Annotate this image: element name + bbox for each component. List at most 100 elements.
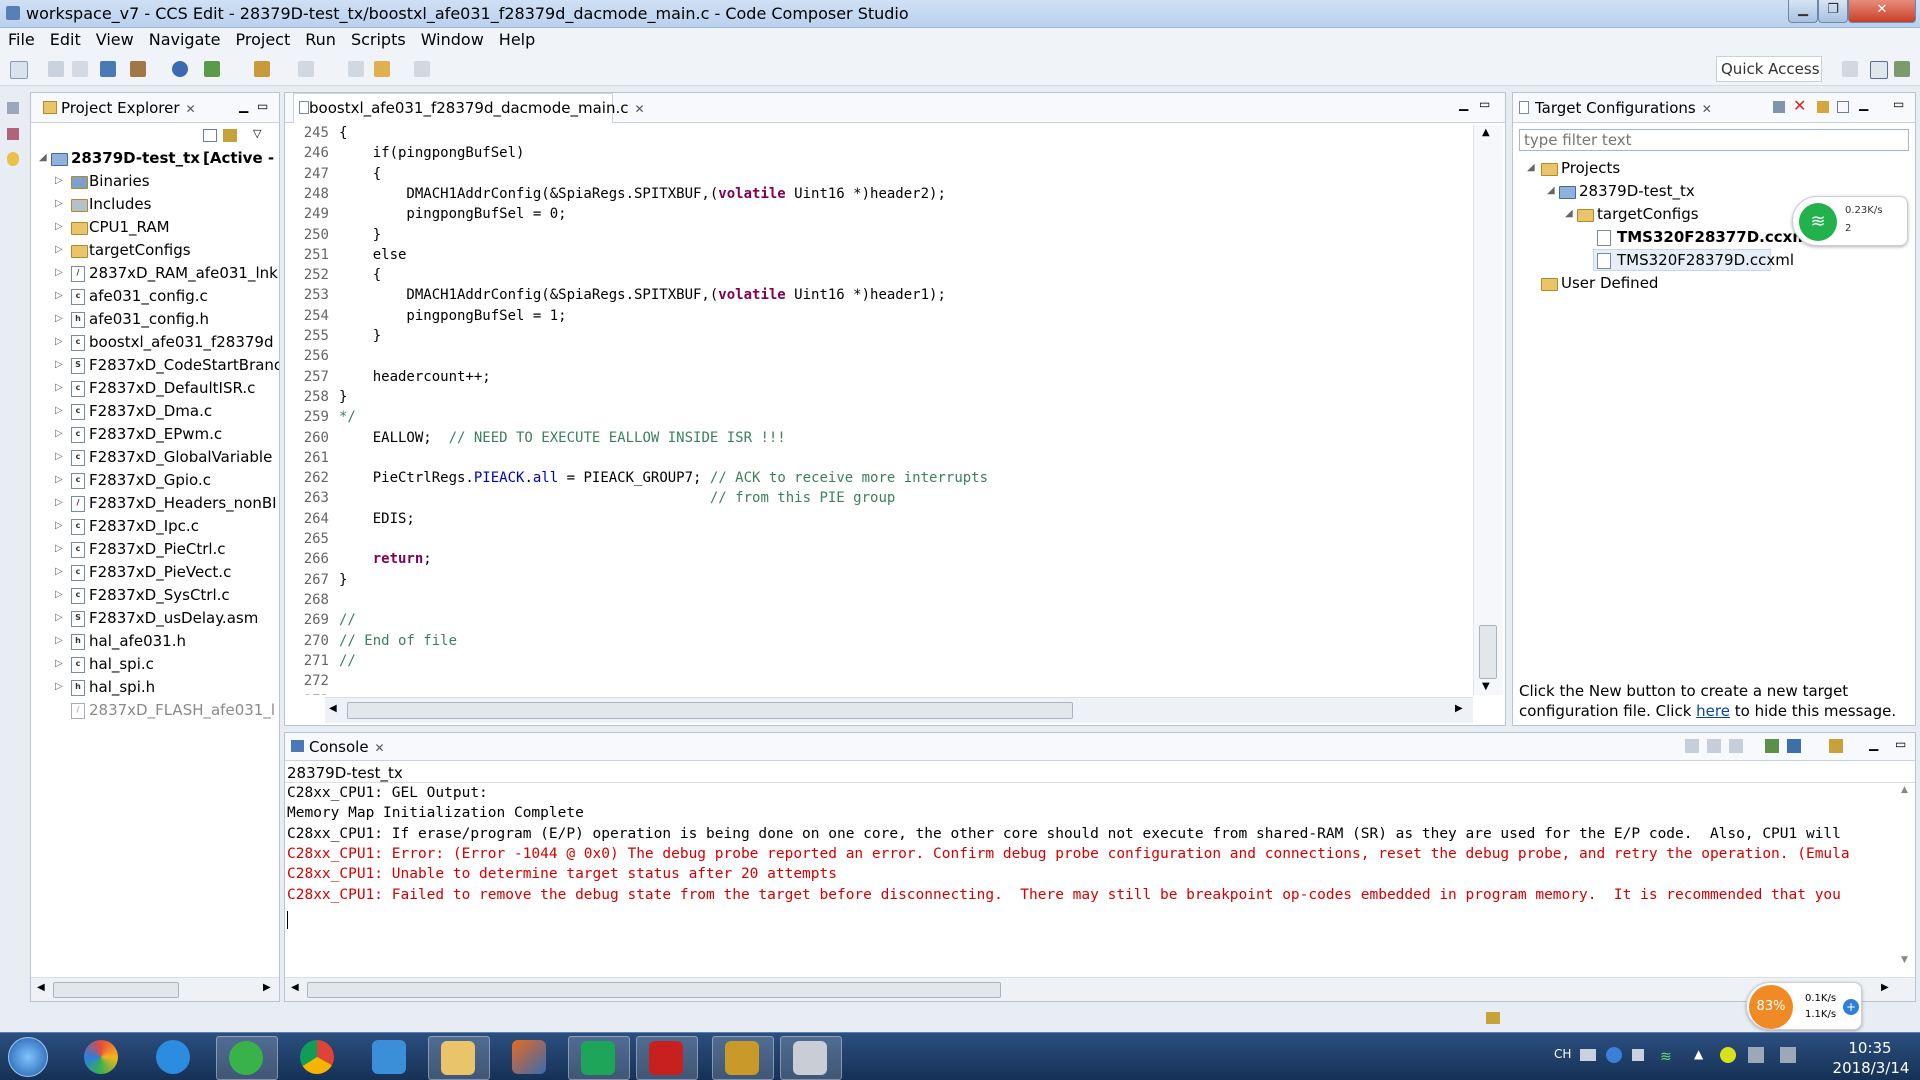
project-tree-item[interactable]: ▷ c F2837xD_Gpio.c [31, 469, 279, 492]
expand-icon[interactable]: ▷ [55, 681, 63, 692]
code-line[interactable]: 263 // from this PIE group [289, 490, 1469, 510]
open-console-icon[interactable] [1829, 739, 1843, 753]
hscroll-thumb[interactable] [307, 982, 1001, 998]
ccs-edit-perspective-icon[interactable] [1870, 61, 1888, 79]
config-file-node-2[interactable]: TMS320F28379D.ccxml [1513, 249, 1915, 272]
code-line[interactable]: 253 DMACH1AddrConfig(&SpiaRegs.SPITXBUF,… [289, 287, 1469, 307]
expand-icon[interactable]: ▷ [55, 405, 63, 416]
forward-icon[interactable] [414, 61, 430, 77]
collapse-icon[interactable] [1837, 101, 1849, 113]
project-tree-item[interactable]: ▷ c F2837xD_GlobalVariable [31, 446, 279, 469]
code-line[interactable]: 245 { [289, 125, 1469, 145]
tray-app-icon[interactable] [1720, 1047, 1736, 1063]
expand-icon[interactable]: ▷ [55, 566, 63, 577]
editor-hscrollbar[interactable]: ◀ ▶ [325, 697, 1473, 723]
project-tree-item[interactable]: ▷ c F2837xD_SysCtrl.c [31, 584, 279, 607]
link-icon[interactable] [1817, 101, 1829, 113]
back-icon[interactable] [374, 61, 390, 77]
taskbar-ie[interactable] [144, 1036, 204, 1078]
close-button[interactable]: ✕ [1848, 0, 1916, 23]
prev-annotation-icon[interactable] [348, 61, 364, 77]
excluded-file-node[interactable]: / 2837xD_FLASH_afe031_l [31, 699, 279, 722]
quick-access-field[interactable]: Quick Access [1716, 56, 1822, 82]
close-tab-icon[interactable]: ✕ [375, 741, 385, 755]
code-line[interactable]: 254 pingpongBufSel = 1; [289, 308, 1469, 328]
code-line[interactable]: 262 PieCtrlRegs.PIEACK.all = PIEACK_GROU… [289, 470, 1469, 490]
project-explorer-hscrollbar[interactable]: ◀ ▶ [31, 977, 279, 1001]
scroll-lock-icon[interactable] [1707, 739, 1721, 753]
minimize-editor-icon[interactable]: ▁ [1459, 97, 1468, 111]
expand-icon[interactable]: ▷ [55, 658, 63, 669]
outline-view-icon[interactable] [7, 128, 19, 140]
new-config-icon[interactable] [1773, 101, 1785, 113]
expand-icon[interactable]: ▷ [55, 520, 63, 531]
expand-icon[interactable]: ▷ [55, 382, 63, 393]
progress-icon[interactable] [1486, 1012, 1500, 1024]
project-tree-item[interactable]: ▷ c boostxl_afe031_f28379d [31, 331, 279, 354]
scroll-down-icon[interactable]: ▼ [1482, 681, 1490, 692]
search-icon[interactable] [172, 61, 188, 77]
scroll-thumb[interactable] [53, 982, 179, 998]
scroll-up-icon[interactable]: ▲ [1901, 785, 1908, 795]
expand-icon[interactable]: ▷ [55, 451, 63, 462]
code-line[interactable]: 264 EDIS; [289, 511, 1469, 531]
code-line[interactable]: 259 */ [289, 409, 1469, 429]
code-line[interactable]: 268 [289, 592, 1469, 612]
project-tree-item[interactable]: ▷ c afe031_config.c [31, 285, 279, 308]
menu-view[interactable]: View [88, 28, 141, 49]
scroll-up-icon[interactable]: ▲ [1482, 127, 1490, 138]
expand-icon[interactable]: ▷ [55, 428, 63, 439]
maximize-view-icon[interactable]: ▭ [257, 99, 268, 113]
console-output[interactable]: C28xx_CPU1: GEL Output: Memory Map Initia… [285, 785, 1895, 965]
clear-console-icon[interactable] [1685, 739, 1699, 753]
menu-scripts[interactable]: Scripts [343, 28, 413, 49]
target-config-tab[interactable]: Target Configurations ✕ [1535, 99, 1712, 117]
menu-project[interactable]: Project [228, 28, 298, 49]
menu-file[interactable]: File [0, 28, 42, 49]
code-line[interactable]: 267} [289, 572, 1469, 592]
project-tree-item[interactable]: ▷ S F2837xD_usDelay.asm [31, 607, 279, 630]
user-defined-node[interactable]: User Defined [1513, 272, 1915, 295]
close-tab-icon[interactable]: ✕ [186, 102, 196, 116]
open-perspective-icon[interactable] [1842, 61, 1858, 77]
code-line[interactable]: 247 { [289, 166, 1469, 186]
code-line[interactable]: 272 [289, 673, 1469, 693]
close-tab-icon[interactable]: ✕ [1702, 102, 1712, 116]
taskbar-chrome[interactable] [288, 1036, 348, 1078]
maximize-button[interactable]: ❐ [1818, 0, 1848, 23]
scroll-left-icon[interactable]: ◀ [37, 982, 45, 993]
ccs-debug-perspective-icon[interactable] [1894, 61, 1910, 77]
terminal-icon[interactable] [100, 61, 116, 77]
code-line[interactable]: 266 return; [289, 551, 1469, 571]
network-icon[interactable] [1748, 1047, 1764, 1063]
menu-navigate[interactable]: Navigate [141, 28, 228, 49]
scroll-right-icon[interactable]: ▶ [1881, 982, 1889, 993]
expand-icon[interactable]: ▷ [55, 497, 63, 508]
project-tree-item[interactable]: ▷ h hal_afe031.h [31, 630, 279, 653]
project-tree-item[interactable]: ▷ c F2837xD_EPwm.c [31, 423, 279, 446]
expand-icon[interactable]: ▷ [55, 474, 63, 485]
taskbar-app-5[interactable] [360, 1036, 420, 1078]
console-vscrollbar[interactable]: ▲ ▼ [1897, 785, 1915, 971]
code-line[interactable]: 250 } [289, 227, 1469, 247]
code-area[interactable]: 245{246 if(pingpongBufSel) 247 {248 DMACH… [289, 125, 1471, 695]
project-tree-item[interactable]: ▷ c F2837xD_Dma.c [31, 400, 279, 423]
expand-icon[interactable]: ▷ [55, 290, 63, 301]
expand-icon[interactable]: ▷ [55, 244, 63, 255]
code-line[interactable]: 251 else [289, 247, 1469, 267]
project-tree-item[interactable]: ▷ c F2837xD_PieVect.c [31, 561, 279, 584]
project-tree-item[interactable]: ▷ Binaries [31, 170, 279, 193]
menu-window[interactable]: Window [413, 28, 491, 49]
project-tree-item[interactable]: ▷ /2837xD_RAM_afe031_lnk [31, 262, 279, 285]
project-tree-item[interactable]: ▷ h afe031_config.h [31, 308, 279, 331]
clock-date[interactable]: 2018/3/14 [1826, 1059, 1916, 1077]
taskbar-pdf[interactable] [636, 1036, 698, 1080]
tips-icon[interactable] [7, 152, 19, 166]
start-button[interactable] [8, 1037, 48, 1077]
hscroll-thumb[interactable] [347, 702, 1073, 719]
keyboard-icon[interactable] [1580, 1049, 1596, 1061]
project-tree-item[interactable]: ▷ / F2837xD_Headers_nonBI [31, 492, 279, 515]
scroll-down-icon[interactable]: ▼ [1901, 955, 1908, 965]
input-language[interactable]: CH [1554, 1047, 1571, 1061]
console-tab[interactable]: Console ✕ [309, 738, 385, 756]
